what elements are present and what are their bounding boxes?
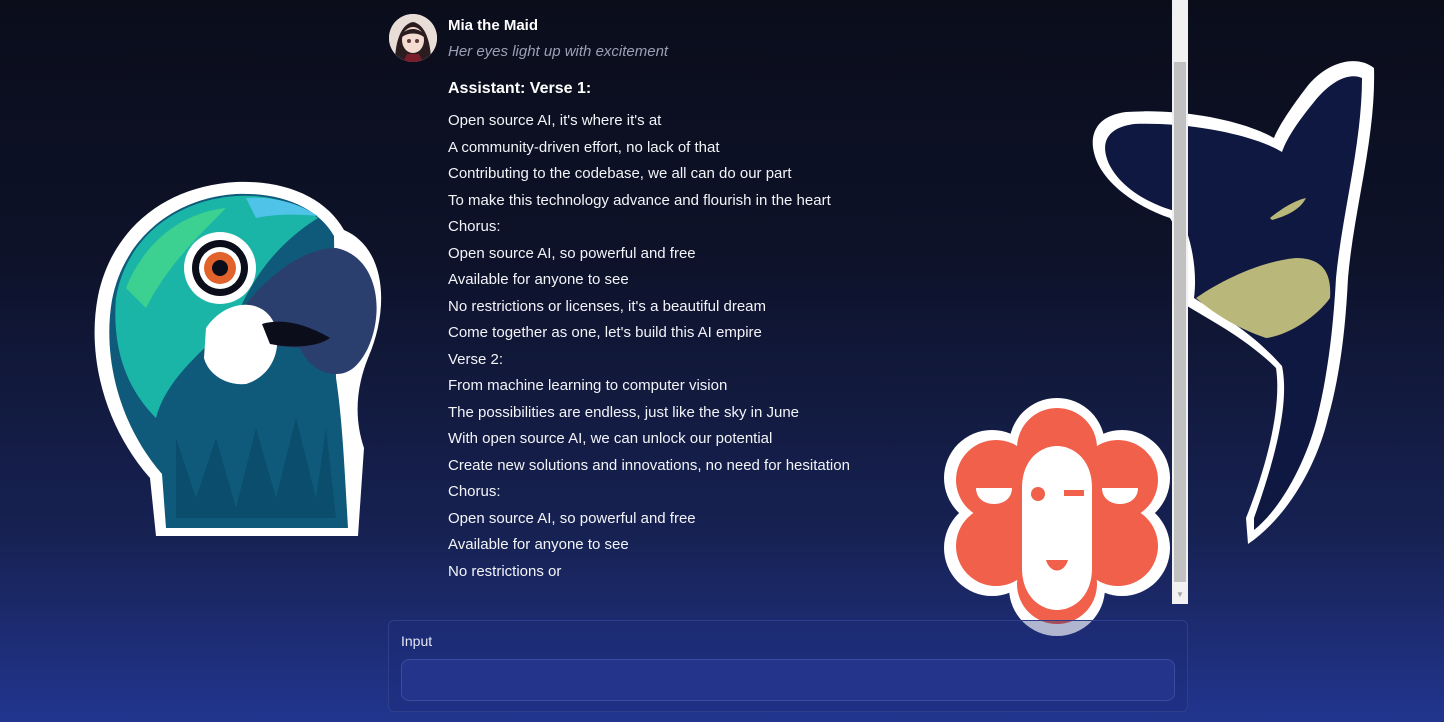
chat-panel: Mia the Maid Her eyes light up with exci…: [384, 0, 1184, 604]
message-line: Contributing to the codebase, we all can…: [448, 165, 792, 182]
assistant-message: Assistant: Verse 1: Open source AI, it's…: [448, 79, 1008, 585]
message-line: Chorus:: [448, 483, 501, 500]
message-line: Available for anyone to see: [448, 536, 629, 553]
input-label: Input: [401, 633, 433, 649]
message-line: From machine learning to computer vision: [448, 377, 728, 394]
character-name: Mia the Maid: [448, 17, 539, 34]
message-line: Chorus:: [448, 218, 501, 235]
message-line: Create new solutions and innovations, no…: [448, 456, 850, 474]
parrot-sticker-icon: [94, 181, 382, 536]
message-line: No restrictions or: [448, 562, 562, 580]
message-line: With open source AI, we can unlock our p…: [448, 430, 773, 447]
message-line: Open source AI, it's where it's at: [448, 112, 662, 129]
input-panel: Input: [388, 620, 1188, 712]
message-line: Open source AI, so powerful and free: [448, 509, 696, 527]
message-line: No restrictions or licenses, it's a beau…: [448, 297, 766, 315]
scrollbar-thumb[interactable]: [1174, 62, 1186, 582]
message-line: Available for anyone to see: [448, 271, 629, 288]
chat-scrollbar[interactable]: ▼: [1172, 0, 1188, 604]
scroll-down-arrow-icon[interactable]: ▼: [1172, 588, 1188, 602]
character-avatar[interactable]: [389, 14, 437, 62]
message-lines: Open source AI, it's where it's at A com…: [448, 108, 1008, 585]
avatar-icon: [389, 14, 437, 62]
message-line: Verse 2:: [448, 350, 504, 368]
message-line: The possibilities are endless, just like…: [448, 403, 800, 421]
message-heading: Assistant: Verse 1:: [448, 80, 592, 97]
character-action: Her eyes light up with excitement: [448, 43, 669, 60]
message-input[interactable]: [401, 659, 1175, 701]
message-line: Open source AI, so powerful and free: [448, 244, 696, 262]
message-line: To make this technology advance and flou…: [448, 191, 831, 209]
message-line: A community-driven effort, no lack of th…: [448, 138, 720, 156]
message-line: Come together as one, let's build this A…: [448, 324, 762, 341]
